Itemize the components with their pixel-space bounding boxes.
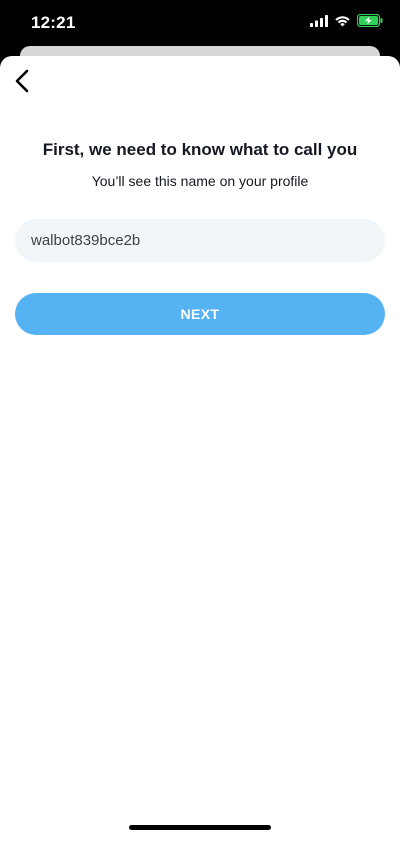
back-button[interactable] bbox=[8, 68, 36, 98]
name-input[interactable] bbox=[15, 219, 385, 262]
wifi-icon bbox=[334, 14, 351, 32]
status-time: 12:21 bbox=[31, 13, 76, 32]
name-entry-sheet: First, we need to know what to call you … bbox=[0, 56, 400, 866]
cellular-signal-icon bbox=[310, 14, 328, 32]
next-button[interactable]: NEXT bbox=[15, 293, 385, 335]
home-indicator bbox=[129, 825, 271, 830]
page-subtitle: You’ll see this name on your profile bbox=[91, 173, 309, 189]
page-title: First, we need to know what to call you bbox=[42, 140, 358, 159]
chevron-left-icon bbox=[14, 69, 30, 98]
status-bar: 12:21 bbox=[0, 0, 400, 48]
status-icons bbox=[310, 13, 384, 32]
battery-charging-icon bbox=[356, 13, 384, 32]
screen: 12:21 First, we need to know what to cal… bbox=[0, 0, 400, 866]
